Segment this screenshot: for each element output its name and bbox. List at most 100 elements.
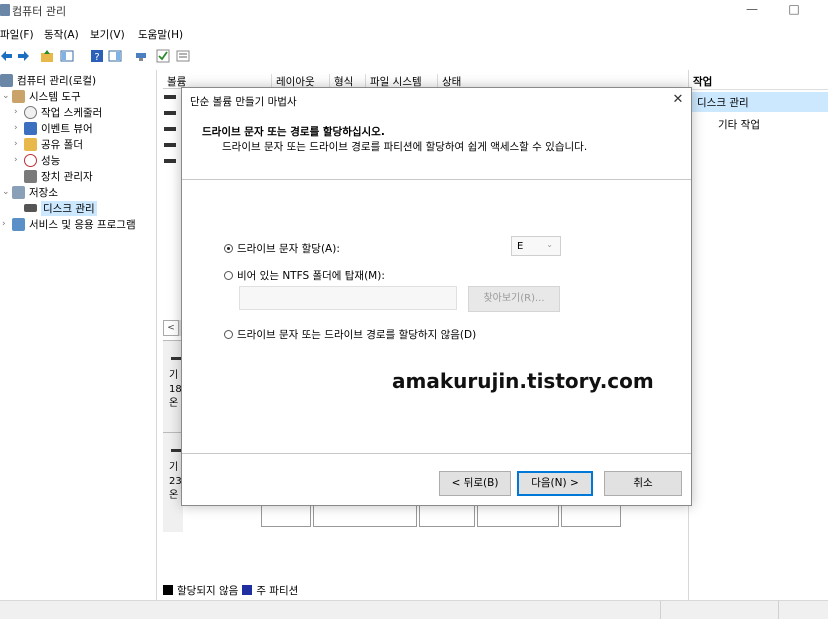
radio-no-letter-label: 드라이브 문자 또는 드라이브 경로를 할당하지 않음(D) — [237, 329, 477, 341]
chevron-down-icon: ⌄ — [546, 240, 553, 249]
maximize-button[interactable]: □ — [780, 2, 808, 20]
radio-selected-icon[interactable] — [224, 244, 233, 253]
properties-icon[interactable] — [108, 49, 122, 63]
action-more-actions[interactable]: 기타 작업 — [718, 117, 760, 132]
partition-block[interactable] — [561, 503, 621, 527]
volume-row[interactable] — [164, 92, 178, 102]
chevron-down-icon[interactable]: ⌄ — [2, 91, 12, 101]
cancel-button[interactable]: 취소 — [604, 471, 682, 496]
chevron-right-icon[interactable]: › — [14, 139, 24, 149]
disk-0-line-1: 기 — [169, 370, 179, 381]
chevron-right-icon[interactable]: › — [14, 107, 24, 117]
actions-pane: 작업 디스크 관리 기타 작업 — [688, 70, 828, 600]
status-bar — [0, 600, 828, 619]
up-folder-icon[interactable] — [40, 49, 54, 63]
radio-mount-folder-label: 비어 있는 NTFS 폴더에 탑재(M): — [237, 270, 385, 282]
disk-0-panel[interactable]: 기 18 온 — [163, 340, 183, 440]
computer-management-icon — [0, 73, 13, 87]
disk-1-line-3: 온 — [169, 490, 179, 501]
window-title: 컴퓨터 관리 — [12, 5, 67, 18]
radio-unselected-icon[interactable] — [224, 271, 233, 280]
forward-arrow-icon[interactable] — [16, 49, 30, 63]
divider — [182, 453, 691, 454]
close-icon[interactable]: ✕ — [670, 92, 686, 108]
column-type[interactable]: 형식 — [329, 74, 365, 88]
tree-item-event-viewer[interactable]: › 이벤트 뷰어 — [14, 120, 93, 136]
radio-no-letter[interactable]: 드라이브 문자 또는 드라이브 경로를 할당하지 않음(D) — [224, 327, 476, 342]
dialog-title: 단순 볼륨 만들기 마법사 — [190, 96, 297, 108]
drive-letter-value: E — [517, 240, 524, 252]
volume-row[interactable] — [164, 140, 178, 150]
tree-item-disk-management[interactable]: 디스크 관리 — [24, 200, 97, 216]
menu-action[interactable]: 동작(A) — [44, 27, 79, 42]
partition-block[interactable] — [313, 503, 417, 527]
legend-unallocated-swatch — [163, 585, 173, 595]
status-divider — [660, 601, 661, 619]
grid-icon[interactable] — [176, 49, 190, 63]
tree-item-label: 공유 폴더 — [41, 138, 83, 151]
chevron-down-icon[interactable]: ⌄ — [2, 187, 12, 197]
tree-item-storage[interactable]: ⌄ 저장소 — [2, 184, 58, 200]
column-volume[interactable]: 볼륨 — [163, 74, 271, 88]
performance-icon — [24, 153, 37, 167]
action-disk-management[interactable]: 디스크 관리 — [689, 92, 828, 112]
tree-item-services-applications[interactable]: › 서비스 및 응용 프로그램 — [2, 216, 136, 232]
back-button[interactable]: < 뒤로(B) — [439, 471, 511, 496]
column-file-system[interactable]: 파일 시스템 — [365, 74, 437, 88]
disk-0-line-3: 온 — [169, 398, 179, 409]
partition-block[interactable] — [477, 503, 559, 527]
disk-1-panel[interactable]: 기 23 온 — [163, 432, 183, 532]
help-icon[interactable]: ? — [90, 49, 104, 63]
event-viewer-icon — [24, 121, 37, 135]
scroll-left-button[interactable]: < — [163, 320, 179, 336]
svg-text:?: ? — [94, 52, 99, 63]
connect-icon[interactable] — [134, 49, 148, 63]
watermark-text: amakurujin.tistory.com — [392, 369, 654, 393]
tree-item-performance[interactable]: › 성능 — [14, 152, 60, 168]
disk-icon — [164, 111, 176, 115]
tree-item-label: 저장소 — [29, 186, 58, 199]
folder-path-input[interactable] — [239, 286, 457, 310]
disk-legend: 할당되지 않음 주 파티션 — [163, 582, 298, 598]
tree-item-device-manager[interactable]: 장치 관리자 — [24, 168, 93, 184]
radio-mount-folder[interactable]: 비어 있는 NTFS 폴더에 탑재(M): — [224, 268, 385, 283]
toolbar: ? — [0, 45, 828, 67]
volume-row[interactable] — [164, 156, 178, 166]
partition-block[interactable] — [419, 503, 475, 527]
menu-help[interactable]: 도움말(H) — [138, 27, 183, 42]
chevron-right-icon[interactable]: › — [14, 123, 24, 133]
menu-file[interactable]: 파일(F) — [0, 27, 34, 42]
radio-assign-letter[interactable]: 드라이브 문자 할당(A): — [224, 241, 340, 256]
radio-unselected-icon[interactable] — [224, 330, 233, 339]
next-button[interactable]: 다음(N) > — [517, 471, 593, 496]
dialog-heading: 드라이브 문자 또는 경로를 할당하십시오. — [202, 126, 385, 138]
column-status[interactable]: 상태 — [437, 74, 497, 88]
console-tree-icon[interactable] — [60, 49, 74, 63]
tree-item-label: 컴퓨터 관리(로컬) — [17, 74, 97, 87]
title-bar: 컴퓨터 관리 — □ — [0, 0, 828, 22]
tree-item-label: 시스템 도구 — [29, 90, 81, 103]
checkmark-icon[interactable] — [156, 49, 170, 63]
minimize-button[interactable]: — — [738, 2, 766, 20]
browse-button[interactable]: 찾아보기(R)... — [468, 286, 560, 312]
tree-item-label: 이벤트 뷰어 — [41, 122, 93, 135]
column-layout[interactable]: 레이아웃 — [271, 74, 329, 88]
menu-view[interactable]: 보기(V) — [90, 27, 125, 42]
back-arrow-icon[interactable] — [0, 49, 14, 63]
drive-letter-select[interactable]: E ⌄ — [511, 236, 561, 256]
radio-assign-letter-label: 드라이브 문자 할당(A): — [237, 243, 340, 255]
disk-icon — [164, 95, 176, 99]
disk-1-line-2: 23 — [169, 476, 182, 487]
chevron-right-icon[interactable]: › — [2, 219, 12, 229]
volume-row[interactable] — [164, 124, 178, 134]
tree-item-computer-management[interactable]: 컴퓨터 관리(로컬) — [0, 72, 96, 88]
tree-item-system-tools[interactable]: ⌄ 시스템 도구 — [2, 88, 81, 104]
divider — [182, 179, 691, 180]
volume-row[interactable] — [164, 108, 178, 118]
dialog-subheading: 드라이브 문자 또는 드라이브 경로를 파티션에 할당하여 쉽게 액세스할 수 … — [222, 141, 588, 153]
partition-block[interactable] — [261, 503, 311, 527]
tree-item-task-scheduler[interactable]: › 작업 스케줄러 — [14, 104, 102, 120]
chevron-right-icon[interactable]: › — [14, 155, 24, 165]
tree-item-label: 성능 — [41, 154, 61, 167]
tree-item-shared-folders[interactable]: › 공유 폴더 — [14, 136, 83, 152]
